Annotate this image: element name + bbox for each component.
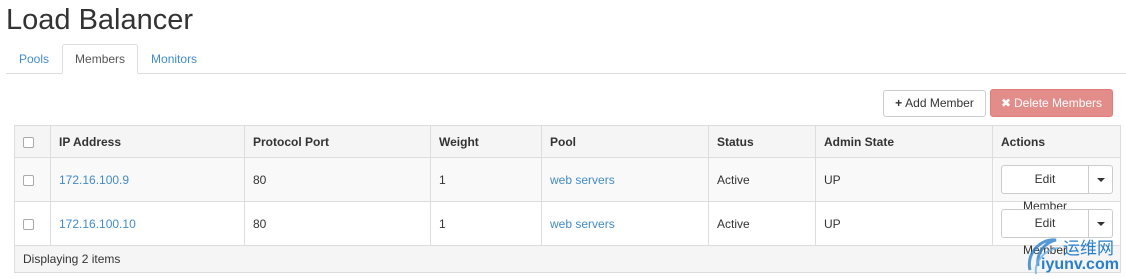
ip-address-link[interactable]: 172.16.100.10 xyxy=(59,217,136,231)
caret-down-icon xyxy=(1096,221,1105,226)
row-actions-group: Edit Member xyxy=(1001,165,1113,213)
weight-cell: 1 xyxy=(430,201,542,246)
column-header-protocol-port[interactable]: Protocol Port xyxy=(244,125,431,158)
column-header-admin-state[interactable]: Admin State xyxy=(815,125,993,158)
status-cell: Active xyxy=(708,201,816,246)
tab-members[interactable]: Members xyxy=(62,44,139,74)
members-table: IP Address Protocol Port Weight Pool Sta… xyxy=(14,125,1121,273)
pool-cell: web servers xyxy=(541,157,709,202)
ip-address-cell: 172.16.100.10 xyxy=(50,201,245,246)
pool-link[interactable]: web servers xyxy=(550,217,615,231)
actions-dropdown-toggle[interactable] xyxy=(1089,165,1113,194)
ip-address-cell: 172.16.100.9 xyxy=(50,157,245,202)
actions-cell: Edit Member xyxy=(992,157,1121,213)
select-all-checkbox[interactable] xyxy=(23,136,34,148)
pool-cell: web servers xyxy=(541,201,709,246)
table-row: 172.16.100.10 80 1 web servers Active UP… xyxy=(14,201,1121,257)
item-count: Displaying 2 items xyxy=(14,245,1121,273)
status-cell: Active xyxy=(708,157,816,202)
table-row: 172.16.100.9 80 1 web servers Active UP … xyxy=(14,157,1121,213)
row-checkbox-cell xyxy=(14,201,51,246)
column-header-status[interactable]: Status xyxy=(708,125,816,158)
delete-members-label: Delete Members xyxy=(1014,95,1103,110)
column-header-pool[interactable]: Pool xyxy=(541,125,709,158)
delete-members-button[interactable]: ✖ Delete Members xyxy=(990,89,1113,117)
add-member-button[interactable]: + Add Member xyxy=(883,90,986,117)
row-checkbox[interactable] xyxy=(23,174,34,186)
table-header-row: IP Address Protocol Port Weight Pool Sta… xyxy=(14,125,1121,158)
page-title: Load Balancer xyxy=(6,4,194,36)
tab-pools[interactable]: Pools xyxy=(6,44,62,74)
protocol-port-cell: 80 xyxy=(244,201,431,246)
tab-bar: Pools Members Monitors xyxy=(6,44,1126,74)
site-watermark: 运维网 iyunv.com xyxy=(1022,232,1126,279)
caret-down-icon xyxy=(1096,177,1105,182)
select-all-cell xyxy=(14,125,51,158)
weight-cell: 1 xyxy=(430,157,542,202)
row-checkbox-cell xyxy=(14,157,51,202)
protocol-port-cell: 80 xyxy=(244,157,431,202)
column-header-weight[interactable]: Weight xyxy=(430,125,542,158)
edit-member-button[interactable]: Edit Member xyxy=(1001,165,1089,213)
row-checkbox[interactable] xyxy=(23,218,34,230)
close-icon: ✖ xyxy=(1000,95,1012,110)
tab-monitors[interactable]: Monitors xyxy=(138,44,210,74)
plus-icon: + xyxy=(895,96,903,110)
admin-state-cell: UP xyxy=(815,201,993,246)
add-member-label: Add Member xyxy=(905,96,974,110)
pool-link[interactable]: web servers xyxy=(550,173,615,187)
table-footer-row: Displaying 2 items xyxy=(14,245,1121,273)
column-header-actions: Actions xyxy=(992,125,1121,158)
admin-state-cell: UP xyxy=(815,157,993,202)
watermark-text-bottom: iyunv.com xyxy=(1041,256,1119,273)
ip-address-link[interactable]: 172.16.100.9 xyxy=(59,173,129,187)
column-header-ip-address[interactable]: IP Address xyxy=(50,125,245,158)
